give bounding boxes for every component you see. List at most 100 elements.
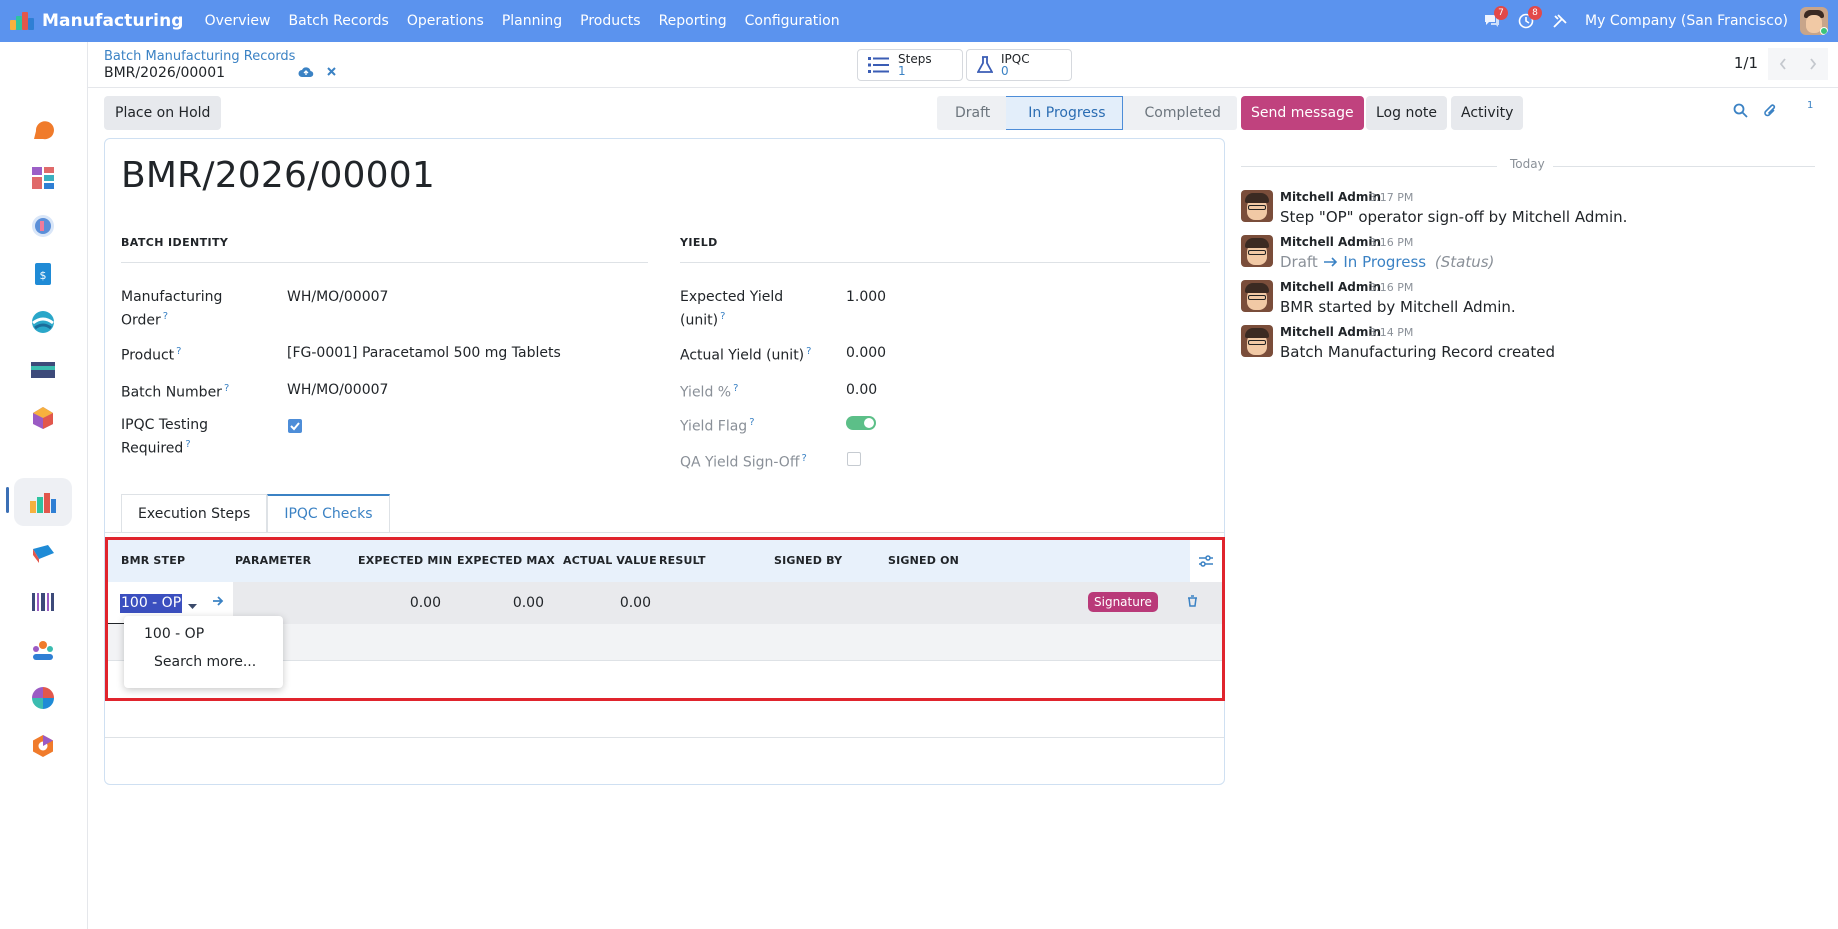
log-note-button[interactable]: Log note — [1366, 96, 1447, 130]
signature-button[interactable]: Signature — [1088, 592, 1158, 612]
breadcrumb-current: BMR/2026/00001 — [104, 65, 226, 81]
menu-planning[interactable]: Planning — [493, 13, 571, 29]
menu-operations[interactable]: Operations — [398, 13, 493, 29]
actual-value-cell[interactable]: 0.00 — [571, 595, 651, 611]
status-draft[interactable]: Draft — [937, 96, 1007, 130]
menu-products[interactable]: Products — [571, 13, 649, 29]
section-divider — [680, 262, 1210, 263]
optional-columns-toggle[interactable] — [1190, 540, 1222, 582]
discard-icon[interactable] — [326, 66, 337, 81]
activity-button[interactable]: Activity — [1451, 96, 1524, 130]
app-sign[interactable] — [14, 346, 72, 394]
status-completed[interactable]: Completed — [1122, 96, 1237, 130]
yield-title: YIELD — [680, 236, 718, 249]
app-inventory[interactable] — [14, 394, 72, 442]
message-time: 3:14 PM — [1369, 326, 1414, 339]
col-actual-value[interactable]: ACTUAL VALUE — [563, 554, 657, 567]
search-more-option[interactable]: Search more... — [154, 654, 256, 670]
message-author[interactable]: Mitchell Admin — [1280, 325, 1381, 339]
col-parameter[interactable]: PARAMETER — [235, 554, 311, 567]
ipqc-smart-button[interactable]: IPQC 0 — [966, 49, 1072, 81]
product-field[interactable]: [FG-0001] Paracetamol 500 mg Tablets — [287, 343, 561, 363]
menu-configuration[interactable]: Configuration — [736, 13, 849, 29]
place-on-hold-button[interactable]: Place on Hold — [104, 96, 222, 130]
search-icon[interactable] — [1733, 103, 1748, 122]
col-signed-by[interactable]: SIGNED BY — [774, 554, 842, 567]
avatar[interactable] — [1241, 280, 1273, 312]
activities-button[interactable]: 8 — [1509, 0, 1543, 42]
avatar[interactable] — [1241, 235, 1273, 267]
app-website[interactable] — [14, 298, 72, 346]
expected-max-cell[interactable]: 0.00 — [464, 595, 544, 611]
dropdown-option[interactable]: 100 - OP — [144, 626, 204, 642]
menu-overview[interactable]: Overview — [196, 13, 280, 29]
col-signed-on[interactable]: SIGNED ON — [888, 554, 959, 567]
qa-yield-signoff-label: QA Yield Sign-Off? — [680, 453, 807, 471]
app-project[interactable] — [14, 674, 72, 722]
apps-sidebar: $ — [0, 42, 88, 929]
send-message-button[interactable]: Send message — [1241, 96, 1364, 130]
messages-button[interactable]: 7 — [1475, 0, 1509, 42]
ipqc-count: 0 — [1001, 64, 1009, 78]
record-title[interactable]: BMR/2026/00001 — [121, 155, 435, 196]
actual-yield-field[interactable]: 0.000 — [846, 343, 886, 363]
app-manufacturing[interactable] — [14, 478, 72, 526]
date-divider — [1241, 166, 1497, 167]
sliders-icon — [1199, 555, 1213, 567]
breadcrumb-parent[interactable]: Batch Manufacturing Records — [104, 49, 295, 64]
app-marketing[interactable] — [14, 202, 72, 250]
message-author[interactable]: Mitchell Admin — [1280, 190, 1381, 204]
internal-link-arrow-icon[interactable] — [212, 595, 224, 611]
tab-ipqc-checks[interactable]: IPQC Checks — [267, 494, 390, 532]
dropdown-caret-icon[interactable] — [188, 598, 197, 614]
pager-previous[interactable] — [1768, 48, 1798, 80]
manufacturing-order-field[interactable]: WH/MO/00007 — [287, 287, 388, 307]
ipqc-testing-required-checkbox[interactable] — [288, 419, 302, 433]
col-expected-min[interactable]: EXPECTED MIN — [358, 554, 452, 567]
col-expected-max[interactable]: EXPECTED MAX — [457, 554, 555, 567]
message-author[interactable]: Mitchell Admin — [1280, 280, 1381, 294]
user-avatar[interactable] — [1800, 7, 1828, 35]
company-switcher[interactable]: My Company (San Francisco) — [1585, 13, 1788, 29]
tab-execution-steps[interactable]: Execution Steps — [121, 494, 268, 532]
actual-yield-label: Actual Yield (unit)? — [680, 346, 812, 364]
yield-percent-label: Yield %? — [680, 383, 739, 401]
pager-next[interactable] — [1798, 48, 1828, 80]
card-app-icon — [31, 362, 55, 378]
notebook-tabs: Execution Steps IPQC Checks — [121, 494, 390, 532]
app-dashboards[interactable] — [14, 154, 72, 202]
expected-yield-label: Expected Yield (unit)? — [680, 289, 784, 329]
avatar[interactable] — [1241, 325, 1273, 357]
paperclip-icon[interactable] — [1763, 103, 1777, 123]
app-discuss[interactable] — [14, 106, 72, 154]
expected-yield-field[interactable]: 1.000 — [846, 287, 886, 307]
trash-icon[interactable] — [1187, 595, 1198, 610]
status-in-progress[interactable]: In Progress — [1006, 96, 1123, 130]
col-result[interactable]: RESULT — [659, 554, 706, 567]
expected-min-cell[interactable]: 0.00 — [361, 595, 441, 611]
menu-batch-records[interactable]: Batch Records — [279, 13, 397, 29]
save-cloud-icon[interactable] — [298, 66, 314, 82]
top-navbar: Manufacturing Overview Batch Records Ope… — [0, 0, 1838, 42]
avatar[interactable] — [1241, 190, 1273, 222]
pager-value[interactable]: 1/1 — [1734, 54, 1758, 72]
app-employees[interactable] — [14, 626, 72, 674]
bmr-step-selected-text[interactable]: 100 - OP — [120, 594, 183, 613]
batch-number-label: Batch Number? — [121, 383, 230, 401]
message-author[interactable]: Mitchell Admin — [1280, 235, 1381, 249]
chevron-right-icon — [1810, 58, 1817, 70]
message-body: Step "OP" operator sign-off by Mitchell … — [1280, 208, 1628, 226]
debug-tools-button[interactable] — [1543, 0, 1577, 42]
app-quality[interactable] — [14, 530, 72, 578]
steps-smart-button[interactable]: Steps 1 — [857, 49, 963, 81]
col-bmr-step[interactable]: BMR STEP — [121, 554, 185, 567]
app-settings[interactable] — [14, 722, 72, 770]
bmr-step-autocomplete-dropdown: 100 - OP Search more... — [124, 616, 283, 688]
main-menu: Overview Batch Records Operations Planni… — [196, 13, 849, 29]
menu-reporting[interactable]: Reporting — [650, 13, 736, 29]
app-barcode[interactable] — [14, 578, 72, 626]
app-invoicing[interactable]: $ — [14, 250, 72, 298]
batch-number-field[interactable]: WH/MO/00007 — [287, 380, 388, 400]
brand[interactable]: Manufacturing — [10, 0, 184, 42]
ipqc-checks-table: BMR STEP PARAMETER EXPECTED MIN EXPECTED… — [105, 537, 1225, 701]
